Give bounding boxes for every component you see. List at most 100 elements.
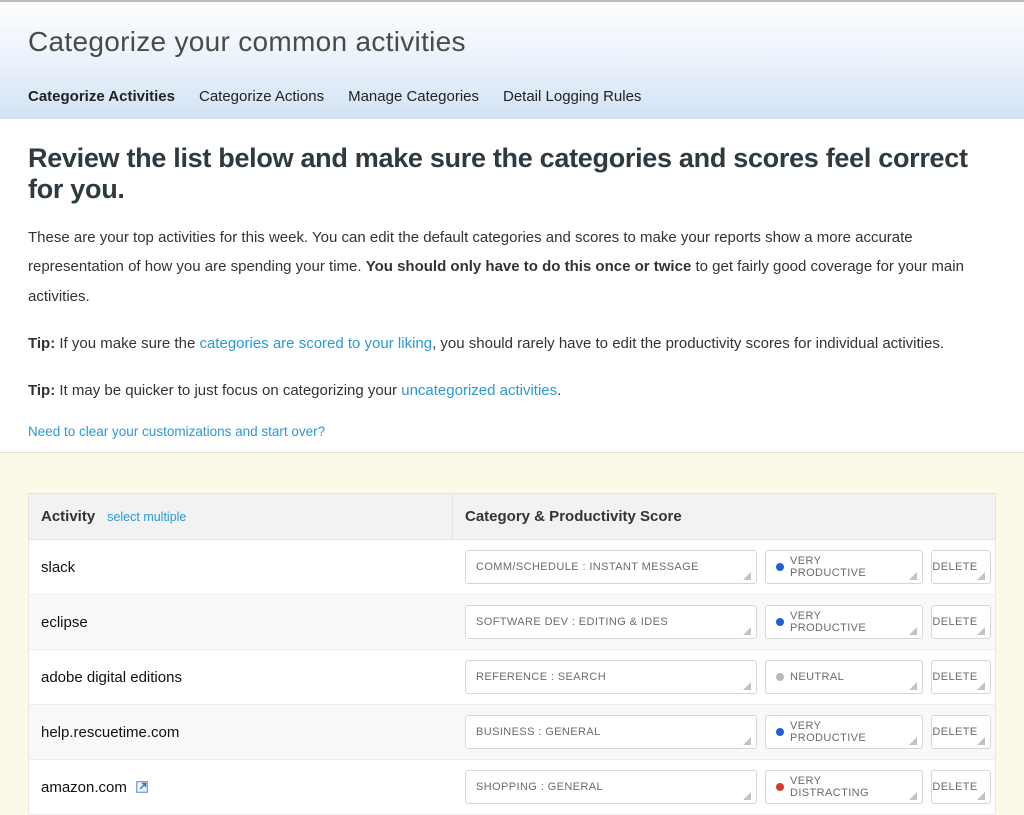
category-dropdown[interactable]: COMM/SCHEDULE : INSTANT MESSAGE: [465, 550, 757, 584]
intro-p2-text-b: , you should rarely have to edit the pro…: [432, 335, 944, 352]
controls-cell: COMM/SCHEDULE : INSTANT MESSAGE VERY PROD…: [453, 540, 1003, 594]
header-region: Categorize your common activities Catego…: [0, 0, 1024, 119]
score-dropdown[interactable]: NEUTRAL: [765, 660, 923, 694]
category-dropdown[interactable]: BUSINESS : GENERAL: [465, 715, 757, 749]
category-dropdown[interactable]: REFERENCE : SEARCH: [465, 660, 757, 694]
tab-categorize-actions[interactable]: Categorize Actions: [199, 80, 324, 119]
table-row: adobe digital editions REFERENCE : SEARCH…: [28, 650, 996, 705]
intro-p1-bold: You should only have to do this once or …: [366, 258, 692, 275]
delete-label: DELETE: [932, 561, 977, 573]
chevron-down-icon: [909, 737, 917, 745]
delete-button[interactable]: DELETE: [931, 550, 991, 584]
intro-paragraph-1: These are your top activities for this w…: [28, 223, 996, 311]
table-row: eclipse SOFTWARE DEV : EDITING & IDES VERY…: [28, 595, 996, 650]
score-value: NEUTRAL: [790, 671, 844, 683]
column-header-score: Category & Productivity Score: [453, 494, 995, 539]
score-dot-icon: [776, 783, 784, 791]
chevron-down-icon: [909, 792, 917, 800]
delete-button[interactable]: DELETE: [931, 770, 991, 804]
category-dropdown[interactable]: SOFTWARE DEV : EDITING & IDES: [465, 605, 757, 639]
chevron-down-icon: [977, 792, 985, 800]
chevron-down-icon: [977, 572, 985, 580]
link-categories-scored[interactable]: categories are scored to your liking: [199, 335, 432, 352]
intro-paragraph-3: Tip: It may be quicker to just focus on …: [28, 376, 996, 405]
chevron-down-icon: [743, 792, 751, 800]
score-dropdown[interactable]: VERY PRODUCTIVE: [765, 605, 923, 639]
delete-label: DELETE: [932, 781, 977, 793]
controls-cell: SOFTWARE DEV : EDITING & IDES VERY PRODUC…: [453, 595, 1003, 649]
score-dot-icon: [776, 728, 784, 736]
score-value: VERY PRODUCTIVE: [790, 720, 900, 744]
chevron-down-icon: [977, 627, 985, 635]
chevron-down-icon: [743, 737, 751, 745]
intro-heading: Review the list below and make sure the …: [28, 143, 996, 205]
activity-cell: help.rescuetime.com: [29, 705, 453, 759]
delete-button[interactable]: DELETE: [931, 715, 991, 749]
score-dropdown[interactable]: VERY PRODUCTIVE: [765, 715, 923, 749]
link-uncategorized-activities[interactable]: uncategorized activities: [401, 382, 557, 399]
delete-label: DELETE: [932, 616, 977, 628]
chevron-down-icon: [977, 737, 985, 745]
intro-p3-text-a: It may be quicker to just focus on categ…: [55, 382, 401, 399]
table-row: help.rescuetime.com BUSINESS : GENERAL VER…: [28, 705, 996, 760]
chevron-down-icon: [909, 572, 917, 580]
activity-cell: amazon.com: [29, 760, 453, 814]
link-clear-customizations[interactable]: Need to clear your customizations and st…: [28, 424, 325, 439]
activity-name: slack: [41, 559, 75, 576]
score-dropdown[interactable]: VERY DISTRACTING: [765, 770, 923, 804]
table-row: amazon.com SHOPPING : GENERAL VERY DISTRAC…: [28, 760, 996, 815]
activity-name: help.rescuetime.com: [41, 724, 179, 741]
activity-name: amazon.com: [41, 779, 127, 796]
category-value: REFERENCE : SEARCH: [476, 671, 606, 683]
activity-name: adobe digital editions: [41, 669, 182, 686]
intro-paragraph-2: Tip: If you make sure the categories are…: [28, 329, 996, 358]
intro-content: Review the list below and make sure the …: [0, 119, 1024, 452]
score-value: VERY PRODUCTIVE: [790, 610, 900, 634]
score-dot-icon: [776, 563, 784, 571]
chevron-down-icon: [909, 682, 917, 690]
tab-categorize-activities[interactable]: Categorize Activities: [28, 80, 175, 119]
activities-table: Activity select multiple Category & Prod…: [28, 493, 996, 815]
category-value: COMM/SCHEDULE : INSTANT MESSAGE: [476, 561, 699, 573]
score-value: VERY PRODUCTIVE: [790, 555, 900, 579]
controls-cell: BUSINESS : GENERAL VERY PRODUCTIVE DELETE: [453, 705, 1003, 759]
score-dropdown[interactable]: VERY PRODUCTIVE: [765, 550, 923, 584]
tabs: Categorize Activities Categorize Actions…: [28, 80, 996, 119]
external-link-icon[interactable]: [135, 780, 149, 794]
delete-label: DELETE: [932, 671, 977, 683]
category-value: SHOPPING : GENERAL: [476, 781, 603, 793]
category-value: BUSINESS : GENERAL: [476, 726, 601, 738]
tab-manage-categories[interactable]: Manage Categories: [348, 80, 479, 119]
tip-label: Tip:: [28, 382, 55, 399]
link-select-multiple[interactable]: select multiple: [107, 510, 186, 524]
controls-cell: REFERENCE : SEARCH NEUTRAL DELETE: [453, 650, 1003, 704]
table-region: Activity select multiple Category & Prod…: [0, 452, 1024, 815]
activity-header-label: Activity: [41, 508, 95, 525]
intro-p3-text-b: .: [557, 382, 561, 399]
activity-name: eclipse: [41, 614, 88, 631]
delete-button[interactable]: DELETE: [931, 605, 991, 639]
activity-cell: eclipse: [29, 595, 453, 649]
table-row: slack COMM/SCHEDULE : INSTANT MESSAGE VERY…: [28, 540, 996, 595]
chevron-down-icon: [977, 682, 985, 690]
chevron-down-icon: [743, 572, 751, 580]
controls-cell: SHOPPING : GENERAL VERY DISTRACTING DELETE: [453, 760, 1003, 814]
category-dropdown[interactable]: SHOPPING : GENERAL: [465, 770, 757, 804]
column-header-activity: Activity select multiple: [29, 494, 453, 539]
page-title: Categorize your common activities: [28, 26, 996, 58]
chevron-down-icon: [743, 682, 751, 690]
intro-p2-text-a: If you make sure the: [55, 335, 199, 352]
activity-cell: adobe digital editions: [29, 650, 453, 704]
chevron-down-icon: [909, 627, 917, 635]
category-value: SOFTWARE DEV : EDITING & IDES: [476, 616, 668, 628]
tip-label: Tip:: [28, 335, 55, 352]
delete-label: DELETE: [932, 726, 977, 738]
chevron-down-icon: [743, 627, 751, 635]
table-header: Activity select multiple Category & Prod…: [28, 493, 996, 540]
activity-cell: slack: [29, 540, 453, 594]
score-dot-icon: [776, 673, 784, 681]
score-dot-icon: [776, 618, 784, 626]
delete-button[interactable]: DELETE: [931, 660, 991, 694]
score-value: VERY DISTRACTING: [790, 775, 900, 799]
tab-detail-logging-rules[interactable]: Detail Logging Rules: [503, 80, 641, 119]
